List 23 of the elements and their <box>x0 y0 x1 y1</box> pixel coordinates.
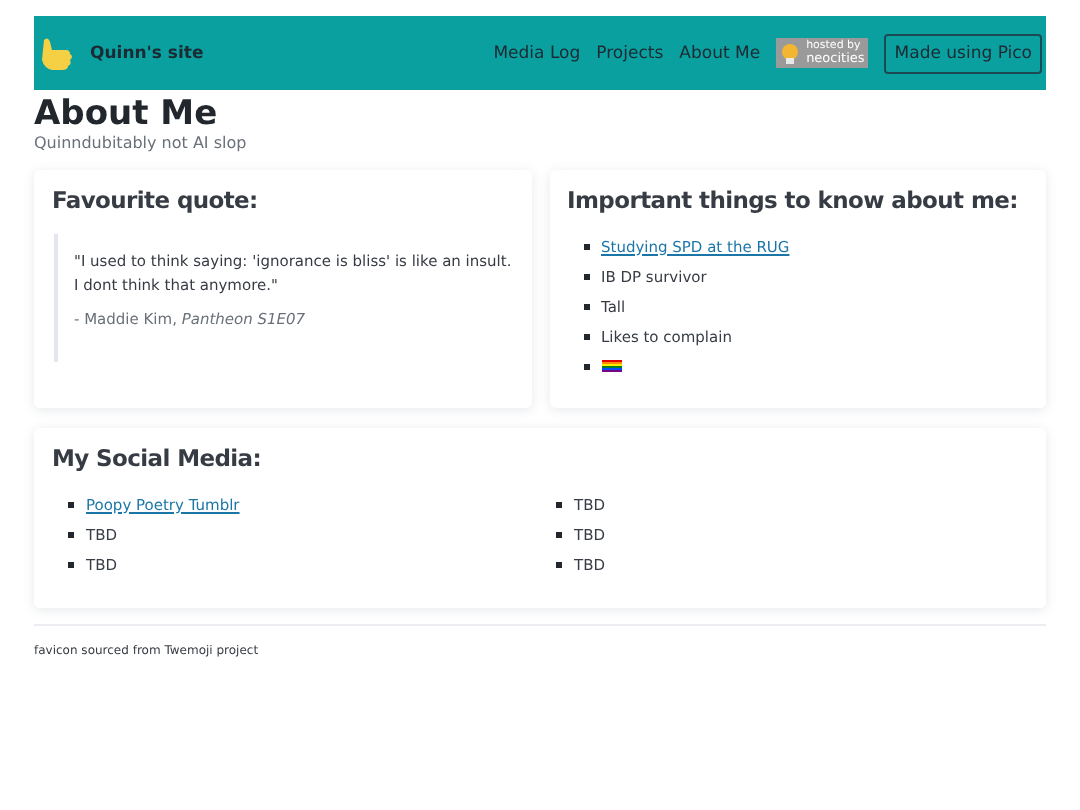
page-subtitle: Quinndubitably not AI slop <box>34 134 249 152</box>
hand-icon <box>38 33 78 73</box>
bullet-icon <box>556 531 562 537</box>
page-title: About Me <box>34 94 220 134</box>
card-title: My Social Media: <box>52 444 264 472</box>
made-using-button[interactable]: Made using Pico <box>884 33 1042 73</box>
bullet-icon <box>68 531 74 537</box>
bullet-icon <box>583 333 589 339</box>
card-title: Favourite quote: <box>52 186 260 214</box>
bullet-icon <box>583 363 589 369</box>
bullet-icon <box>556 561 562 567</box>
bullet-icon <box>583 243 589 249</box>
nav-link[interactable]: Media Log <box>493 43 581 63</box>
card-title: Important things to know about me: <box>567 186 1020 214</box>
rainbow-flag-icon <box>601 358 621 374</box>
bullet-icon <box>556 501 562 507</box>
bullet-icon <box>68 561 74 567</box>
nav-link[interactable]: About Me <box>679 43 761 63</box>
bullet-icon <box>68 501 74 507</box>
nav-link[interactable]: Projects <box>596 43 664 63</box>
bullet-icon <box>583 303 589 309</box>
bullet-icon <box>583 273 589 279</box>
site-name[interactable]: Quinn's site <box>90 43 204 63</box>
